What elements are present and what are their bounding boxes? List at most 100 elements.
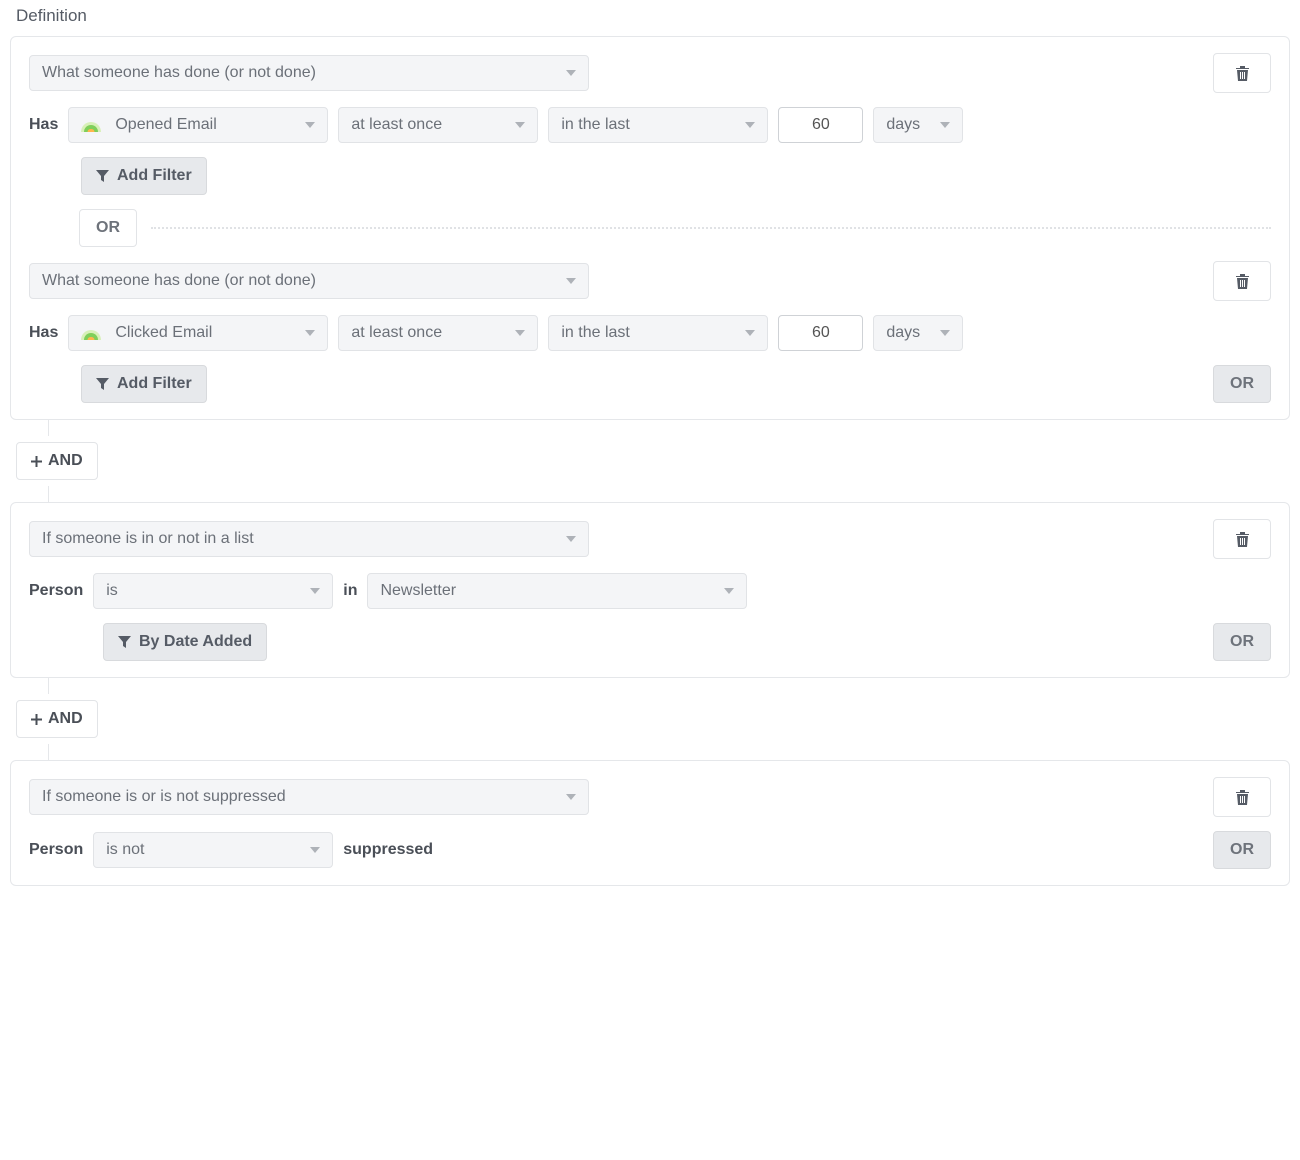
addfilter-label: Add Filter xyxy=(117,168,192,184)
or-pill-sep: OR xyxy=(79,209,137,247)
cond1-freq-label: at least once xyxy=(351,117,442,133)
suppressed-label: suppressed xyxy=(343,841,433,859)
chevron-down-icon xyxy=(566,536,576,542)
cond1-freq-dropdown[interactable]: at least once xyxy=(338,107,538,143)
bydate-label: By Date Added xyxy=(139,634,252,650)
chevron-down-icon xyxy=(940,122,950,128)
condition-group-1: What someone has done (or not done) Has … xyxy=(10,36,1290,420)
chevron-down-icon xyxy=(724,588,734,594)
g3-type-label: If someone is or is not suppressed xyxy=(42,789,286,805)
g2-list-dropdown[interactable]: Newsletter xyxy=(367,573,747,609)
connector-line xyxy=(48,486,49,502)
chevron-down-icon xyxy=(515,122,525,128)
cond2-event-dropdown[interactable]: Clicked Email xyxy=(68,315,328,351)
cond1-unit-label: days xyxy=(886,117,920,133)
group1-add-or-button[interactable]: OR xyxy=(1213,365,1271,403)
has-label: Has xyxy=(29,116,58,134)
cond2-unit-label: days xyxy=(886,325,920,341)
and-label: AND xyxy=(48,711,83,727)
g2-list-label: Newsletter xyxy=(380,583,456,599)
filter-icon xyxy=(96,170,109,183)
g3-params: Person is not suppressed OR xyxy=(29,831,1271,869)
section-heading: Definition xyxy=(16,6,1290,26)
g2-bydate-button[interactable]: By Date Added xyxy=(103,623,267,661)
klaviyo-icon xyxy=(81,118,101,132)
connector-line xyxy=(48,744,49,760)
separator-line xyxy=(151,227,1271,229)
cond2-bottom-row: Add Filter OR xyxy=(81,365,1271,403)
cond2-type-label: What someone has done (or not done) xyxy=(42,273,316,289)
cond2-freq-dropdown[interactable]: at least once xyxy=(338,315,538,351)
cond1-delete-button[interactable] xyxy=(1213,53,1271,93)
cond1-params: Has Opened Email at least once in the la… xyxy=(29,107,1271,143)
g2-add-or-button[interactable]: OR xyxy=(1213,623,1271,661)
chevron-down-icon xyxy=(745,330,755,336)
chevron-down-icon xyxy=(305,122,315,128)
cond2-event-label: Clicked Email xyxy=(115,325,212,341)
cond2-header: What someone has done (or not done) xyxy=(29,261,1271,301)
chevron-down-icon xyxy=(305,330,315,336)
cond1-range-label: in the last xyxy=(561,117,629,133)
cond1-unit-dropdown[interactable]: days xyxy=(873,107,963,143)
cond1-range-dropdown[interactable]: in the last xyxy=(548,107,768,143)
cond2-value-input[interactable]: 60 xyxy=(778,315,863,351)
has-label: Has xyxy=(29,324,58,342)
g3-op-label: is not xyxy=(106,842,144,858)
g2-header: If someone is in or not in a list xyxy=(29,519,1271,559)
g3-op-dropdown[interactable]: is not xyxy=(93,832,333,868)
cond1-header: What someone has done (or not done) xyxy=(29,53,1271,93)
g3-type-dropdown[interactable]: If someone is or is not suppressed xyxy=(29,779,589,815)
chevron-down-icon xyxy=(515,330,525,336)
chevron-down-icon xyxy=(310,847,320,853)
addfilter-label: Add Filter xyxy=(117,376,192,392)
plus-icon xyxy=(31,456,42,467)
g3-add-or-button[interactable]: OR xyxy=(1213,831,1271,869)
klaviyo-icon xyxy=(81,326,101,340)
in-label: in xyxy=(343,582,357,600)
chevron-down-icon xyxy=(566,794,576,800)
g2-type-label: If someone is in or not in a list xyxy=(42,531,254,547)
cond2-range-label: in the last xyxy=(561,325,629,341)
trash-icon xyxy=(1235,65,1250,82)
cond2-range-dropdown[interactable]: in the last xyxy=(548,315,768,351)
cond2-unit-dropdown[interactable]: days xyxy=(873,315,963,351)
connector-line xyxy=(48,420,49,436)
and-button-1[interactable]: AND xyxy=(16,442,98,480)
chevron-down-icon xyxy=(566,70,576,76)
or-separator: OR xyxy=(79,209,1271,247)
cond1-event-label: Opened Email xyxy=(115,117,216,133)
g2-op-label: is xyxy=(106,583,118,599)
trash-icon xyxy=(1235,273,1250,290)
plus-icon xyxy=(31,714,42,725)
cond1-addfilter-button[interactable]: Add Filter xyxy=(81,157,207,195)
g3-header: If someone is or is not suppressed xyxy=(29,777,1271,817)
and-button-2[interactable]: AND xyxy=(16,700,98,738)
g2-params: Person is in Newsletter xyxy=(29,573,1271,609)
condition-group-3: If someone is or is not suppressed Perso… xyxy=(10,760,1290,886)
cond1-type-dropdown[interactable]: What someone has done (or not done) xyxy=(29,55,589,91)
cond2-params: Has Clicked Email at least once in the l… xyxy=(29,315,1271,351)
cond2-addfilter-button[interactable]: Add Filter xyxy=(81,365,207,403)
cond1-event-dropdown[interactable]: Opened Email xyxy=(68,107,328,143)
trash-icon xyxy=(1235,789,1250,806)
g3-delete-button[interactable] xyxy=(1213,777,1271,817)
and-label: AND xyxy=(48,453,83,469)
connector-line xyxy=(48,678,49,694)
chevron-down-icon xyxy=(310,588,320,594)
cond1-value-input[interactable]: 60 xyxy=(778,107,863,143)
trash-icon xyxy=(1235,531,1250,548)
condition-group-2: If someone is in or not in a list Person… xyxy=(10,502,1290,678)
cond2-type-dropdown[interactable]: What someone has done (or not done) xyxy=(29,263,589,299)
g2-op-dropdown[interactable]: is xyxy=(93,573,333,609)
cond1-addfilter-row: Add Filter xyxy=(81,157,1271,195)
cond2-delete-button[interactable] xyxy=(1213,261,1271,301)
person-label: Person xyxy=(29,841,83,859)
chevron-down-icon xyxy=(940,330,950,336)
filter-icon xyxy=(118,636,131,649)
g2-type-dropdown[interactable]: If someone is in or not in a list xyxy=(29,521,589,557)
g2-bottom-row: By Date Added OR xyxy=(103,623,1271,661)
g2-delete-button[interactable] xyxy=(1213,519,1271,559)
filter-icon xyxy=(96,378,109,391)
cond1-type-label: What someone has done (or not done) xyxy=(42,65,316,81)
cond2-freq-label: at least once xyxy=(351,325,442,341)
